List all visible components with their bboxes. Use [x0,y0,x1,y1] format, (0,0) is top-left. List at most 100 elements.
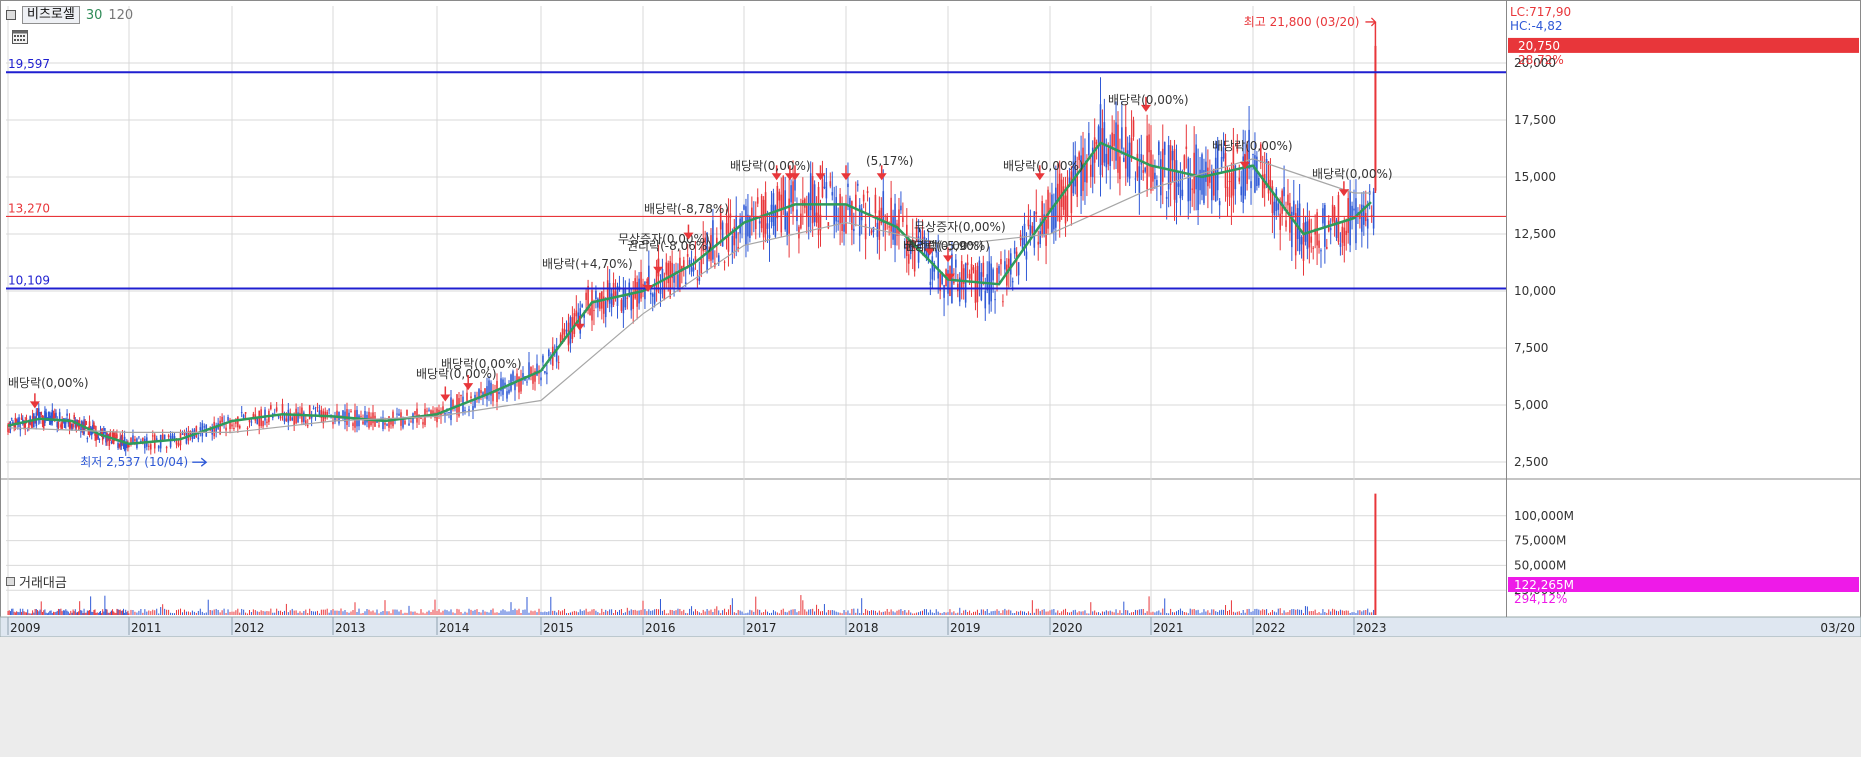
candle-body [109,432,112,438]
candle-body [183,432,186,435]
calendar-icon[interactable] [12,30,28,44]
candle-body [227,417,229,421]
ma-long-label[interactable]: 120 [108,8,133,23]
candle-body [1088,133,1090,156]
price-tick-label: 2,500 [1514,455,1548,469]
candle-body [665,262,668,275]
candle-body [563,329,566,335]
volume-title: 거래대금 [19,576,67,591]
candle-body [998,266,1000,274]
candle-body [544,371,546,373]
candle-body [821,179,824,198]
candle-body [890,197,892,232]
candle-body [640,271,642,299]
candle-body [1097,126,1100,143]
candle-body [244,411,247,414]
event-label: 배당락(0,00%) [1003,159,1084,173]
candle-body [1064,195,1067,224]
candle-body [161,434,164,441]
candle-body [1209,175,1211,183]
panel-handle-icon[interactable] [6,577,15,586]
candle-body [970,264,973,284]
candle-body [1161,148,1164,182]
candle-body [246,427,249,429]
last-price-box [1508,37,1859,53]
candle-body [585,292,587,300]
candle-body [308,405,311,420]
candle-body [110,442,113,444]
candle-body [1240,186,1243,196]
ma-short-label[interactable]: 30 [86,8,103,23]
candle-body [1013,247,1016,254]
x-tick-label: 2017 [746,621,777,635]
candle-body [667,263,670,284]
candle-body [827,222,830,229]
candle-body [947,270,949,294]
candle-body [203,426,206,428]
candle-body [1169,145,1172,185]
stock-chart[interactable]: 2009 2011 2012 2013 2014 2015 2016 2017 2018 2019… [0,0,1861,757]
candle-body [1320,250,1322,252]
candle-body [279,416,282,419]
reference-line-label: 13,270 [8,201,50,215]
candle-body [235,421,237,424]
candle-body [546,372,548,375]
candle-body [522,373,524,378]
volume-change-label: 294,12% [1514,592,1567,606]
event-label: 배당락(-8,78%) [644,202,729,216]
candle-body [75,424,78,428]
candle-body [456,394,458,415]
candle-body [1037,241,1040,245]
candle-body [872,227,875,232]
candle-body [20,417,23,420]
panel-handle-icon[interactable] [6,10,16,20]
candle-body [1187,158,1190,202]
candle-body [72,424,74,428]
stock-name[interactable]: 비츠로셀 [22,6,80,24]
candle-body [622,287,625,314]
candle-body [870,230,873,234]
candle-body [758,221,761,224]
candle-body [994,299,996,301]
candle-body [410,421,412,423]
candle-body [682,260,685,268]
candle-body [696,279,699,281]
candle-body [472,406,474,411]
candle-body [931,256,934,280]
candle-body [1130,137,1133,156]
candle-body [1218,201,1221,206]
candle-body [1070,171,1073,214]
candle-body [264,409,266,421]
event-label: 배당락(0,00%) [1212,139,1293,153]
candle-body [1124,126,1127,169]
candle-body [1051,194,1053,234]
candle-body [384,422,386,425]
candle-body [866,191,869,194]
candle-body [1355,198,1357,244]
candle-body [768,235,771,238]
candle-body [620,299,623,311]
x-tick-label: 2020 [1052,621,1083,635]
candle-body [1115,122,1117,161]
candle-body [1062,186,1065,210]
event-label: 배당락(+4,70%) [542,257,633,271]
candle-body [835,197,837,222]
candle-body [972,267,975,271]
candle-body [548,349,550,357]
x-tick-label: 2012 [234,621,265,635]
candle-body [817,186,820,236]
candle-body [1047,189,1049,229]
candle-body [837,220,839,222]
candle-body [287,409,290,423]
candle-body [843,224,845,232]
candle-body [712,220,714,260]
candle-body [233,427,235,429]
candle-body [882,191,885,224]
candle-body [649,292,652,295]
candle-body [1171,150,1174,161]
candle-body [1283,187,1285,197]
candle-body [1105,153,1108,168]
candle-body [275,407,278,412]
candle-body [1121,127,1123,149]
candle-body [966,262,969,266]
